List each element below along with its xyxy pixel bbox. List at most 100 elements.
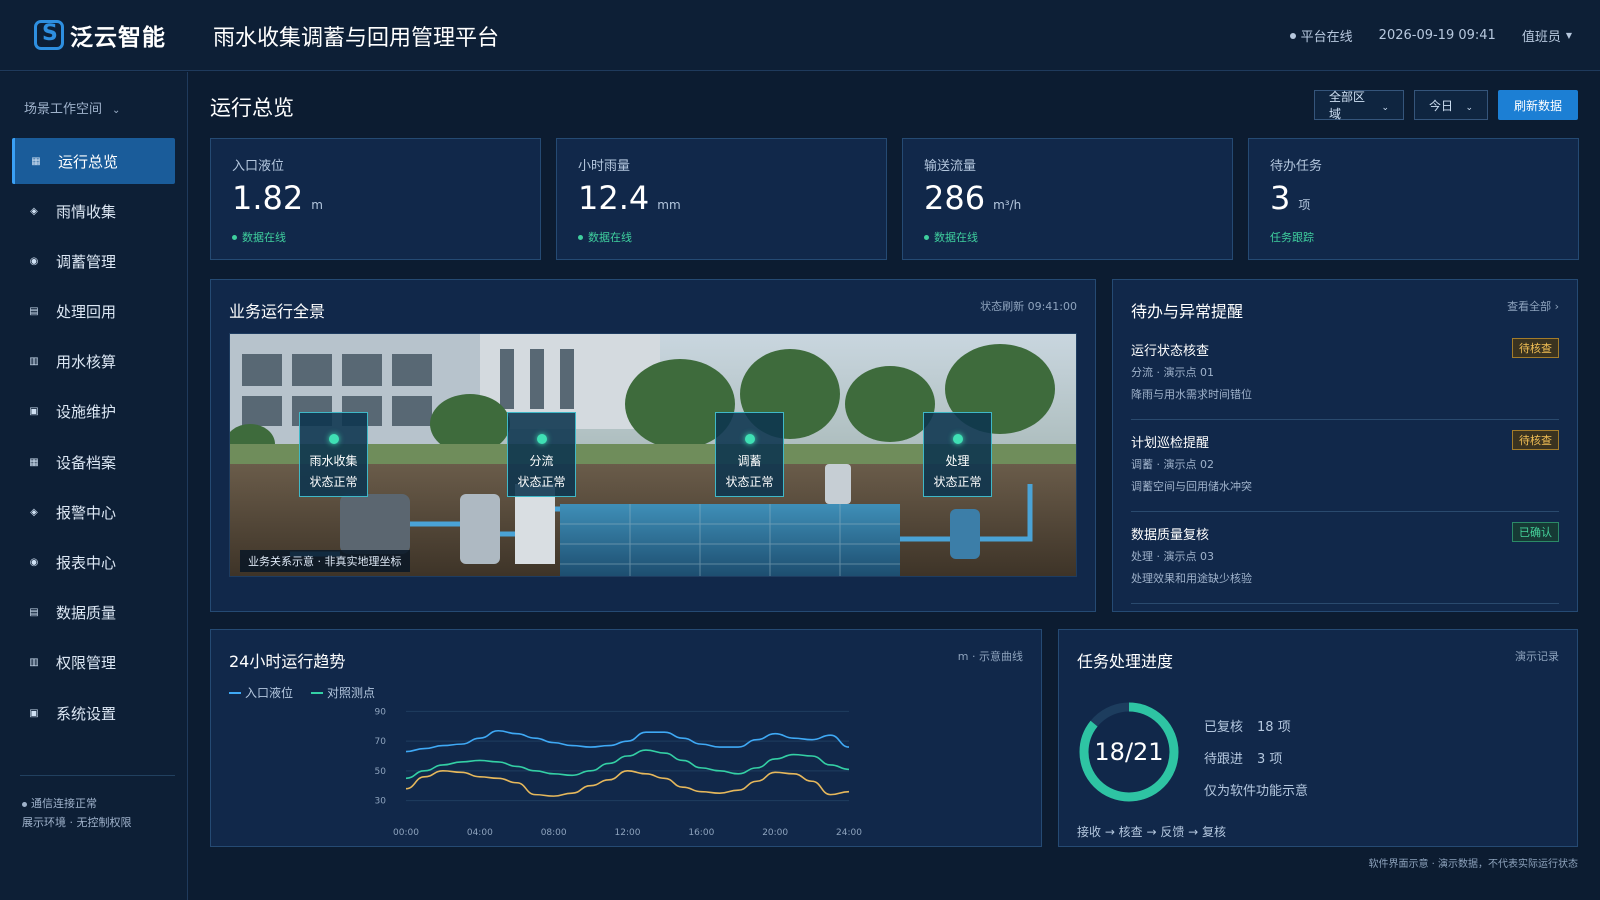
refresh-button[interactable]: 刷新数据 [1498, 90, 1578, 120]
view-all-link[interactable]: 查看全部 › [1507, 298, 1559, 314]
kpi-card-inlet-level: 入口液位 1.82 m 数据在线 [210, 138, 541, 260]
sidebar-item-label: 用水核算 [56, 353, 117, 372]
alert-description: 调蓄空间与回用储水冲突 [1131, 480, 1252, 493]
chevron-down-icon: ⌄ [1381, 103, 1389, 113]
sidebar-item-10[interactable]: ▥ 权限管理 [12, 640, 175, 686]
x-tick-label: 04:00 [467, 828, 493, 838]
alert-item[interactable]: 数据质量复核 处理 · 演示点 03 处理效果和用途缺少核验 已确认 [1131, 516, 1559, 604]
sidebar-item-label: 权限管理 [56, 654, 117, 673]
kpi-unit: mm [657, 198, 681, 212]
overview-title: 业务运行全景 [229, 302, 326, 321]
alert-location: 调蓄 · 演示点 02 [1131, 458, 1214, 471]
sidebar-item-11[interactable]: ▣ 系统设置 [12, 690, 175, 736]
stage-storage[interactable]: 调蓄 状态正常 [715, 412, 784, 497]
range-select[interactable]: 今日 ⌄ [1414, 90, 1488, 120]
overview-refresh-time: 状态刷新 09:41:00 [980, 300, 1077, 313]
series-line-2 [405, 770, 850, 797]
kpi-value: 1.82 [232, 179, 304, 217]
platform-status-text: 平台在线 [1300, 30, 1353, 45]
reviewed-value: 18 项 [1257, 720, 1291, 735]
alert-title: 计划巡检提醒 [1131, 436, 1210, 451]
stage-name: 调蓄 [737, 454, 762, 468]
status-badge: 已确认 [1512, 522, 1559, 542]
sidebar-item-1[interactable]: ◈ 雨情收集 [12, 188, 175, 234]
kpi-unit: m³/h [993, 198, 1022, 212]
y-tick-label: 50 [375, 767, 387, 777]
progress-meta: 演示记录 [1515, 650, 1559, 663]
trend-panel: 24小时运行趋势 m · 示意曲线 入口液位 对照测点 90 70 50 30 00:0… [210, 629, 1042, 847]
footer-disclaimer: 软件界面示意 · 演示数据，不代表实际运行状态 [1368, 859, 1578, 870]
stage-diversion[interactable]: 分流 状态正常 [507, 412, 576, 497]
sidebar-item-label: 系统设置 [56, 704, 117, 723]
grid-icon: ▦ [31, 155, 41, 167]
alert-item[interactable]: 运行状态核查 分流 · 演示点 01 降雨与用水需求时间错位 待核查 [1131, 332, 1559, 420]
environment-note: 展示环境 · 无控制权限 [22, 816, 132, 829]
stage-treatment[interactable]: 处理 状态正常 [923, 412, 992, 497]
kpi-status: 数据在线 [924, 229, 978, 245]
kpi-value-row: 286 m³/h [924, 179, 1021, 217]
alerts-title: 待办与异常提醒 [1131, 302, 1244, 321]
alert-description: 降雨与用水需求时间错位 [1131, 388, 1252, 401]
kpi-value-row: 1.82 m [232, 179, 323, 217]
sidebar-item-label: 设备档案 [56, 453, 117, 472]
sidebar-footer: 通信连接正常 展示环境 · 无控制权限 [22, 794, 132, 832]
x-tick-label: 08:00 [541, 828, 567, 838]
reviewed-row: 已复核 18 项 [1204, 712, 1308, 744]
online-dot-icon [232, 234, 237, 240]
stage-status: 状态正常 [517, 475, 566, 489]
logo-text: 泛云智能 [70, 25, 166, 51]
stage-name: 雨水收集 [309, 454, 358, 468]
alert-description: 处理效果和用途缺少核验 [1131, 572, 1252, 585]
kpi-value-row: 12.4 mm [578, 179, 681, 217]
sidebar-item-9[interactable]: ▤ 数据质量 [12, 590, 175, 636]
table-icon: ▥ [29, 356, 39, 368]
stage-status-dot-icon [536, 434, 547, 444]
sidebar-item-label: 报警中心 [56, 503, 117, 522]
progress-ring: 18/21 [1077, 700, 1181, 804]
sidebar-item-2[interactable]: ◉ 调蓄管理 [12, 238, 175, 284]
sidebar: 场景工作空间 ⌄ ▦ 运行总览 ◈ 雨情收集 ◉ 调蓄管理 ▤ 处理回用 ▥ 用水核算 ▣ 设施维护 ▦… [0, 72, 188, 900]
kpi-card-pending-tasks[interactable]: 待办任务 3项 任务跟踪 [1248, 138, 1579, 260]
sidebar-item-7[interactable]: ◈ 报警中心 [12, 489, 175, 535]
toolbar: 全部区域 ⌄ 今日 ⌄ 刷新数据 [1304, 90, 1578, 121]
x-tick-label: 20:00 [762, 828, 788, 838]
kpi-status-text: 数据在线 [588, 231, 632, 244]
kpi-card-flow: 输送流量 286 m³/h 数据在线 [902, 138, 1233, 260]
sidebar-item-3[interactable]: ▤ 处理回用 [12, 289, 175, 335]
sidebar-item-6[interactable]: ▦ 设备档案 [12, 439, 175, 485]
sidebar-item-label: 运行总览 [58, 152, 119, 171]
workspace-label: 场景工作空间 [24, 102, 103, 117]
brand-logo[interactable]: 泛云智能 [34, 19, 166, 51]
scene-caption: 业务关系示意 · 非真实地理坐标 [240, 550, 410, 572]
sidebar-divider [20, 775, 175, 776]
stage-status: 状态正常 [725, 475, 774, 489]
sidebar-item-5[interactable]: ▣ 设施维护 [12, 389, 175, 435]
workspace-switcher[interactable]: 场景工作空间 ⌄ [24, 98, 120, 117]
sidebar-item-label: 设施维护 [56, 403, 117, 422]
online-dot-icon [924, 234, 929, 240]
user-name: 值班员 [1521, 30, 1561, 45]
stage-status: 状态正常 [933, 475, 982, 489]
progress-ring-label: 18/21 [1094, 738, 1164, 766]
progress-note: 仅为软件功能示意 [1204, 784, 1309, 799]
kpi-card-hourly-rain: 小时雨量 12.4 mm 数据在线 [556, 138, 887, 260]
sidebar-item-8[interactable]: ◉ 报表中心 [12, 540, 175, 586]
sidebar-item-4[interactable]: ▥ 用水核算 [12, 339, 175, 385]
target-icon: ◉ [29, 255, 39, 267]
kpi-status: 数据在线 [578, 229, 632, 245]
kpi-status-text: 数据在线 [242, 231, 286, 244]
chevron-down-icon: ⌄ [112, 105, 121, 116]
pending-label: 待跟进 [1204, 752, 1244, 767]
kpi-value: 286 [924, 179, 986, 217]
sidebar-item-label: 调蓄管理 [56, 252, 117, 271]
region-select[interactable]: 全部区域 ⌄ [1314, 90, 1404, 121]
user-menu[interactable]: 值班员 ▼ [1522, 26, 1572, 45]
sidebar-item-0[interactable]: ▦ 运行总览 [12, 138, 175, 184]
kpi-label: 待办任务 [1270, 159, 1323, 174]
kpi-status-text: 数据在线 [934, 231, 978, 244]
page-title: 运行总览 [210, 96, 294, 120]
alert-item[interactable]: 计划巡检提醒 调蓄 · 演示点 02 调蓄空间与回用储水冲突 待核查 [1131, 424, 1559, 512]
kpi-status: 数据在线 [232, 229, 286, 245]
overview-panel: 业务运行全景 状态刷新 09:41:00 雨水收集 状态正常 分流 状态正常 调… [210, 279, 1096, 612]
stage-rain-collection[interactable]: 雨水收集 状态正常 [299, 412, 368, 497]
